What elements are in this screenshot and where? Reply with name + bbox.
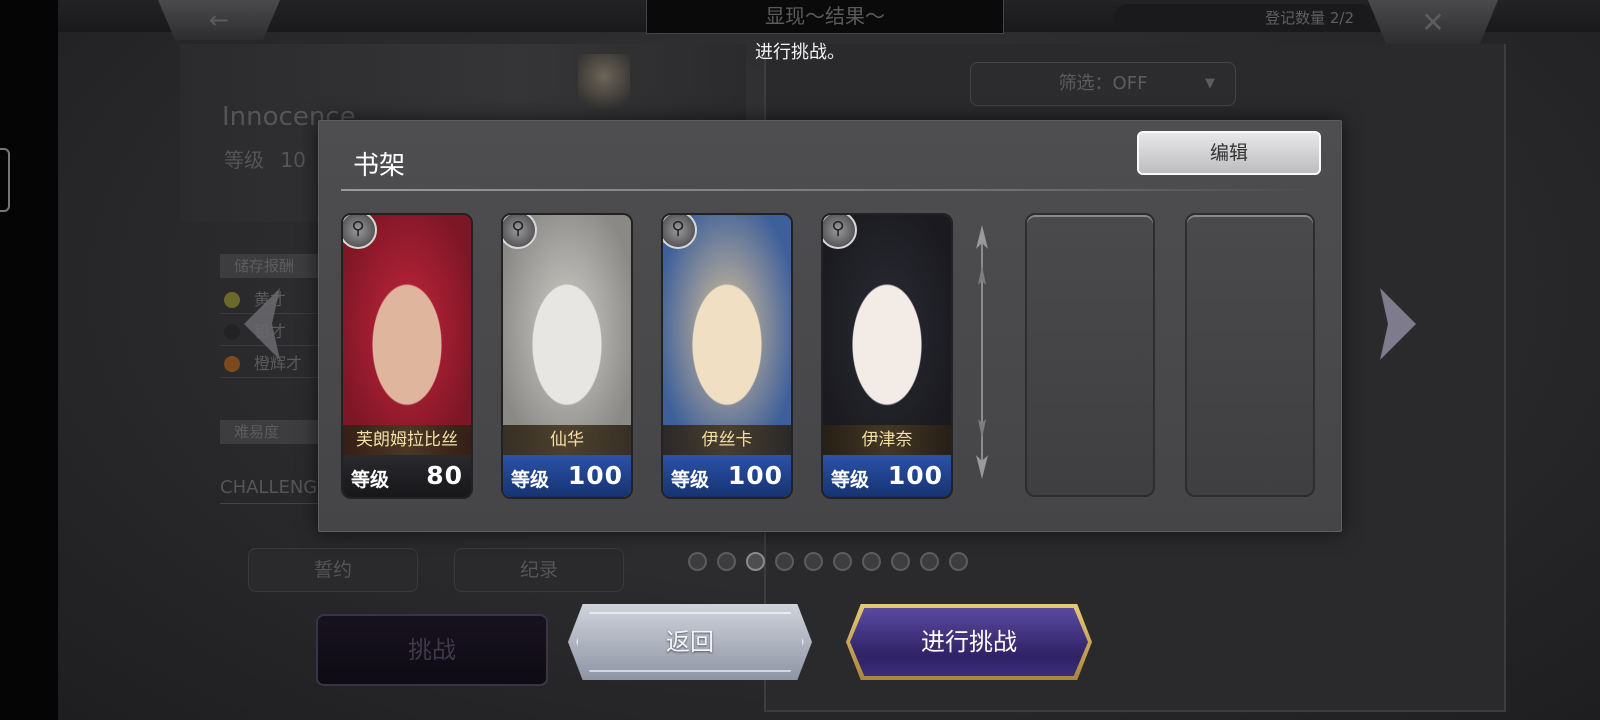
level-label: 等级 (351, 469, 390, 491)
return-button[interactable]: 返回 (568, 604, 812, 680)
back-button[interactable]: ← (158, 0, 280, 40)
page-dot[interactable] (804, 552, 823, 571)
character-card[interactable]: ⚲ 伊丝卡 等级 100 (661, 213, 793, 499)
gem-icon (224, 324, 240, 340)
start-challenge-button[interactable]: 进行挑战 (846, 604, 1092, 680)
level-label: 等级 (224, 148, 264, 172)
level-label: 等级 (511, 469, 550, 491)
empty-slot[interactable] (1025, 213, 1155, 497)
page-dot[interactable] (920, 552, 939, 571)
page-dot[interactable] (862, 552, 881, 571)
level-plate: 等级 100 (503, 455, 631, 497)
filter-label: 筛选：OFF (1058, 73, 1148, 94)
chevron-left-icon (244, 288, 280, 360)
page-dot[interactable] (833, 552, 852, 571)
edit-button[interactable]: 编辑 (1137, 131, 1321, 175)
next-page-arrow[interactable] (1378, 286, 1418, 362)
screen-title: 显现～结果～ (646, 0, 1004, 34)
character-name-label: 伊丝卡 (663, 425, 791, 455)
page-dot[interactable] (949, 552, 968, 571)
character-name-label: 仙华 (503, 425, 631, 455)
character-name-label: 伊津奈 (823, 425, 951, 455)
registration-count: 登记数量 2/2 (1114, 4, 1374, 32)
level-value: 100 (567, 461, 623, 490)
chevron-right-icon (1380, 288, 1416, 360)
gem-icon (224, 356, 240, 372)
character-card[interactable]: ⚲ 仙华 等级 100 (501, 213, 633, 499)
level-label: 等级 (831, 469, 870, 491)
page-indicator (688, 552, 968, 571)
level-plate: 等级 100 (663, 455, 791, 497)
level-plate: 等级 100 (823, 455, 951, 497)
prev-page-arrow[interactable] (242, 286, 282, 362)
side-handle (0, 148, 10, 212)
page-dot[interactable] (688, 552, 707, 571)
character-card[interactable]: ⚲ 芙朗姆拉比丝 等级 80 (341, 213, 473, 499)
dialog-title: 书架 (353, 151, 406, 181)
pledge-button[interactable]: 誓约 (248, 548, 418, 592)
bookshelf-dialog: 书架 编辑 ⚲ 芙朗姆拉比丝 等级 80 ⚲ 仙华 等级 100 ⚲ 伊丝卡 等级 100 ⚲ 伊津奈 等级… (318, 120, 1342, 532)
challenge-button-background[interactable]: 挑战 (316, 614, 548, 686)
close-icon: ✕ (1421, 5, 1445, 39)
character-name-label: 芙朗姆拉比丝 (343, 425, 471, 455)
gem-icon (224, 292, 240, 308)
return-label: 返回 (666, 628, 714, 656)
slot-separator (976, 225, 988, 479)
page-dot[interactable] (891, 552, 910, 571)
title-divider (341, 189, 1311, 191)
page-dot[interactable] (746, 552, 765, 571)
record-button[interactable]: 纪录 (454, 548, 624, 592)
start-challenge-label: 进行挑战 (850, 608, 1088, 676)
instruction-text: 进行挑战。 (755, 42, 845, 63)
level-plate: 等级 80 (343, 455, 471, 497)
character-card[interactable]: ⚲ 伊津奈 等级 100 (821, 213, 953, 499)
character-level: 等级 10 (224, 144, 306, 173)
level-label: 等级 (671, 469, 710, 491)
level-value: 100 (727, 461, 783, 490)
level-value: 10 (280, 148, 306, 172)
filter-dropdown[interactable]: 筛选：OFF ▼ (970, 62, 1236, 106)
arrow-left-icon: ← (208, 6, 230, 34)
level-value: 100 (887, 461, 943, 490)
level-value: 80 (426, 461, 463, 490)
empty-slot[interactable] (1185, 213, 1315, 497)
caret-down-icon: ▼ (1205, 76, 1215, 91)
page-dot[interactable] (775, 552, 794, 571)
page-dot[interactable] (717, 552, 736, 571)
device-bezel (0, 0, 58, 720)
